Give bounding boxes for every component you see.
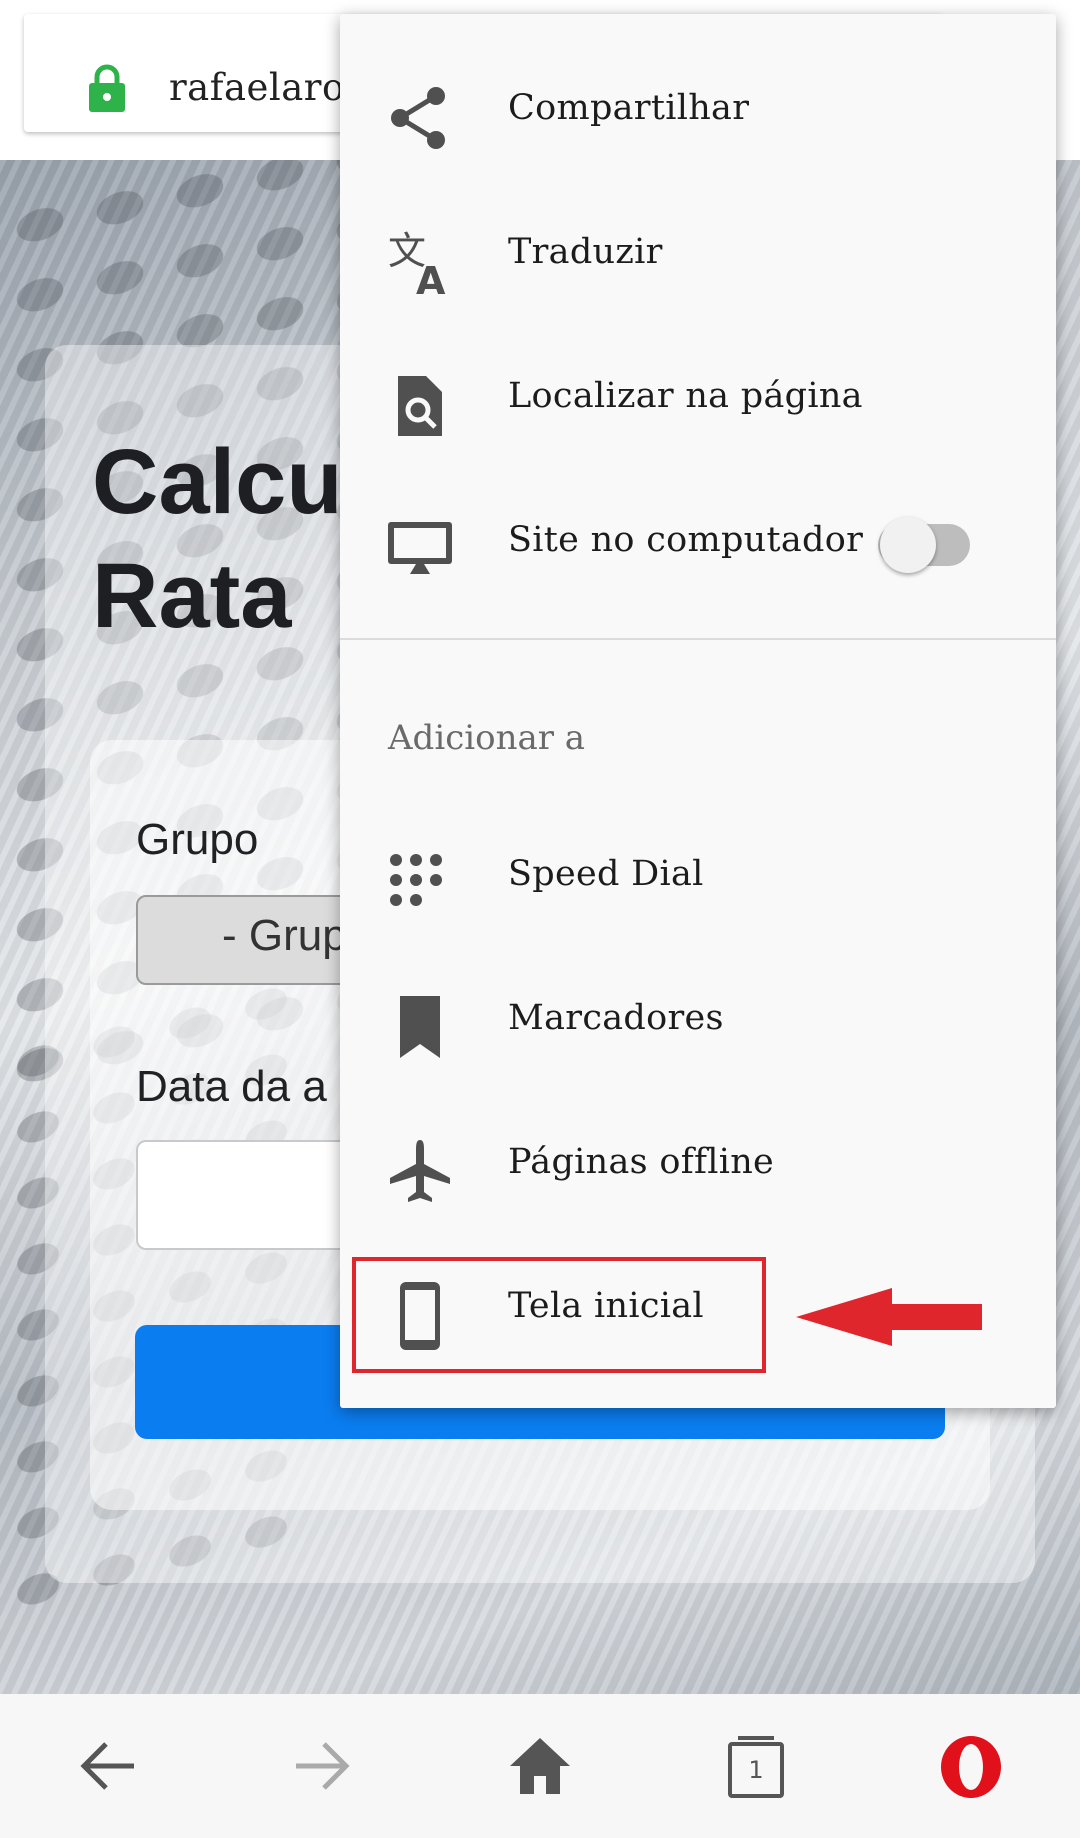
menu-item-share[interactable]: Compartilhar: [340, 40, 1056, 184]
browser-bottom-bar: 1: [0, 1694, 1080, 1838]
home-icon[interactable]: [508, 1734, 572, 1798]
back-icon[interactable]: [76, 1734, 140, 1798]
menu-item-speed-dial[interactable]: Speed Dial: [340, 806, 1056, 950]
tabs-button[interactable]: 1: [724, 1734, 788, 1798]
menu-item-label: Marcadores: [508, 998, 724, 1038]
svg-text:A: A: [416, 259, 446, 296]
lock-icon: [89, 64, 125, 112]
browser-overflow-menu: Compartilhar 文 A Traduzir Localizar na p…: [340, 14, 1056, 1408]
highlight-annotation-box: [352, 1257, 766, 1373]
desktop-icon: [388, 522, 452, 574]
desktop-site-toggle-thumb[interactable]: [880, 517, 936, 573]
group-label: Grupo: [136, 815, 259, 864]
translate-icon: 文 A: [388, 229, 446, 296]
menu-item-label: Site no computador: [508, 520, 864, 560]
menu-item-bookmarks[interactable]: Marcadores: [340, 950, 1056, 1094]
menu-item-label: Speed Dial: [508, 854, 704, 894]
menu-divider: [340, 638, 1056, 640]
menu-item-find-in-page[interactable]: Localizar na página: [340, 328, 1056, 472]
speed-dial-icon: [390, 854, 442, 906]
opera-menu-icon[interactable]: [938, 1734, 1004, 1800]
bookmark-icon: [400, 996, 440, 1058]
airplane-icon: [390, 1140, 450, 1202]
find-in-page-icon: [398, 376, 442, 436]
menu-item-label: Traduzir: [508, 232, 663, 272]
forward-icon[interactable]: [290, 1734, 354, 1798]
share-icon: [391, 87, 445, 149]
date-label: Data da a: [136, 1062, 327, 1111]
tab-count: 1: [748, 1756, 764, 1784]
red-arrow-annotation: [796, 1288, 982, 1346]
menu-item-label: Páginas offline: [508, 1142, 775, 1182]
menu-item-translate[interactable]: 文 A Traduzir: [340, 184, 1056, 328]
menu-item-label: Localizar na página: [508, 376, 863, 416]
add-to-section-header: Adicionar a: [388, 718, 586, 758]
menu-item-label: Compartilhar: [508, 88, 750, 128]
menu-item-offline-pages[interactable]: Páginas offline: [340, 1094, 1056, 1238]
